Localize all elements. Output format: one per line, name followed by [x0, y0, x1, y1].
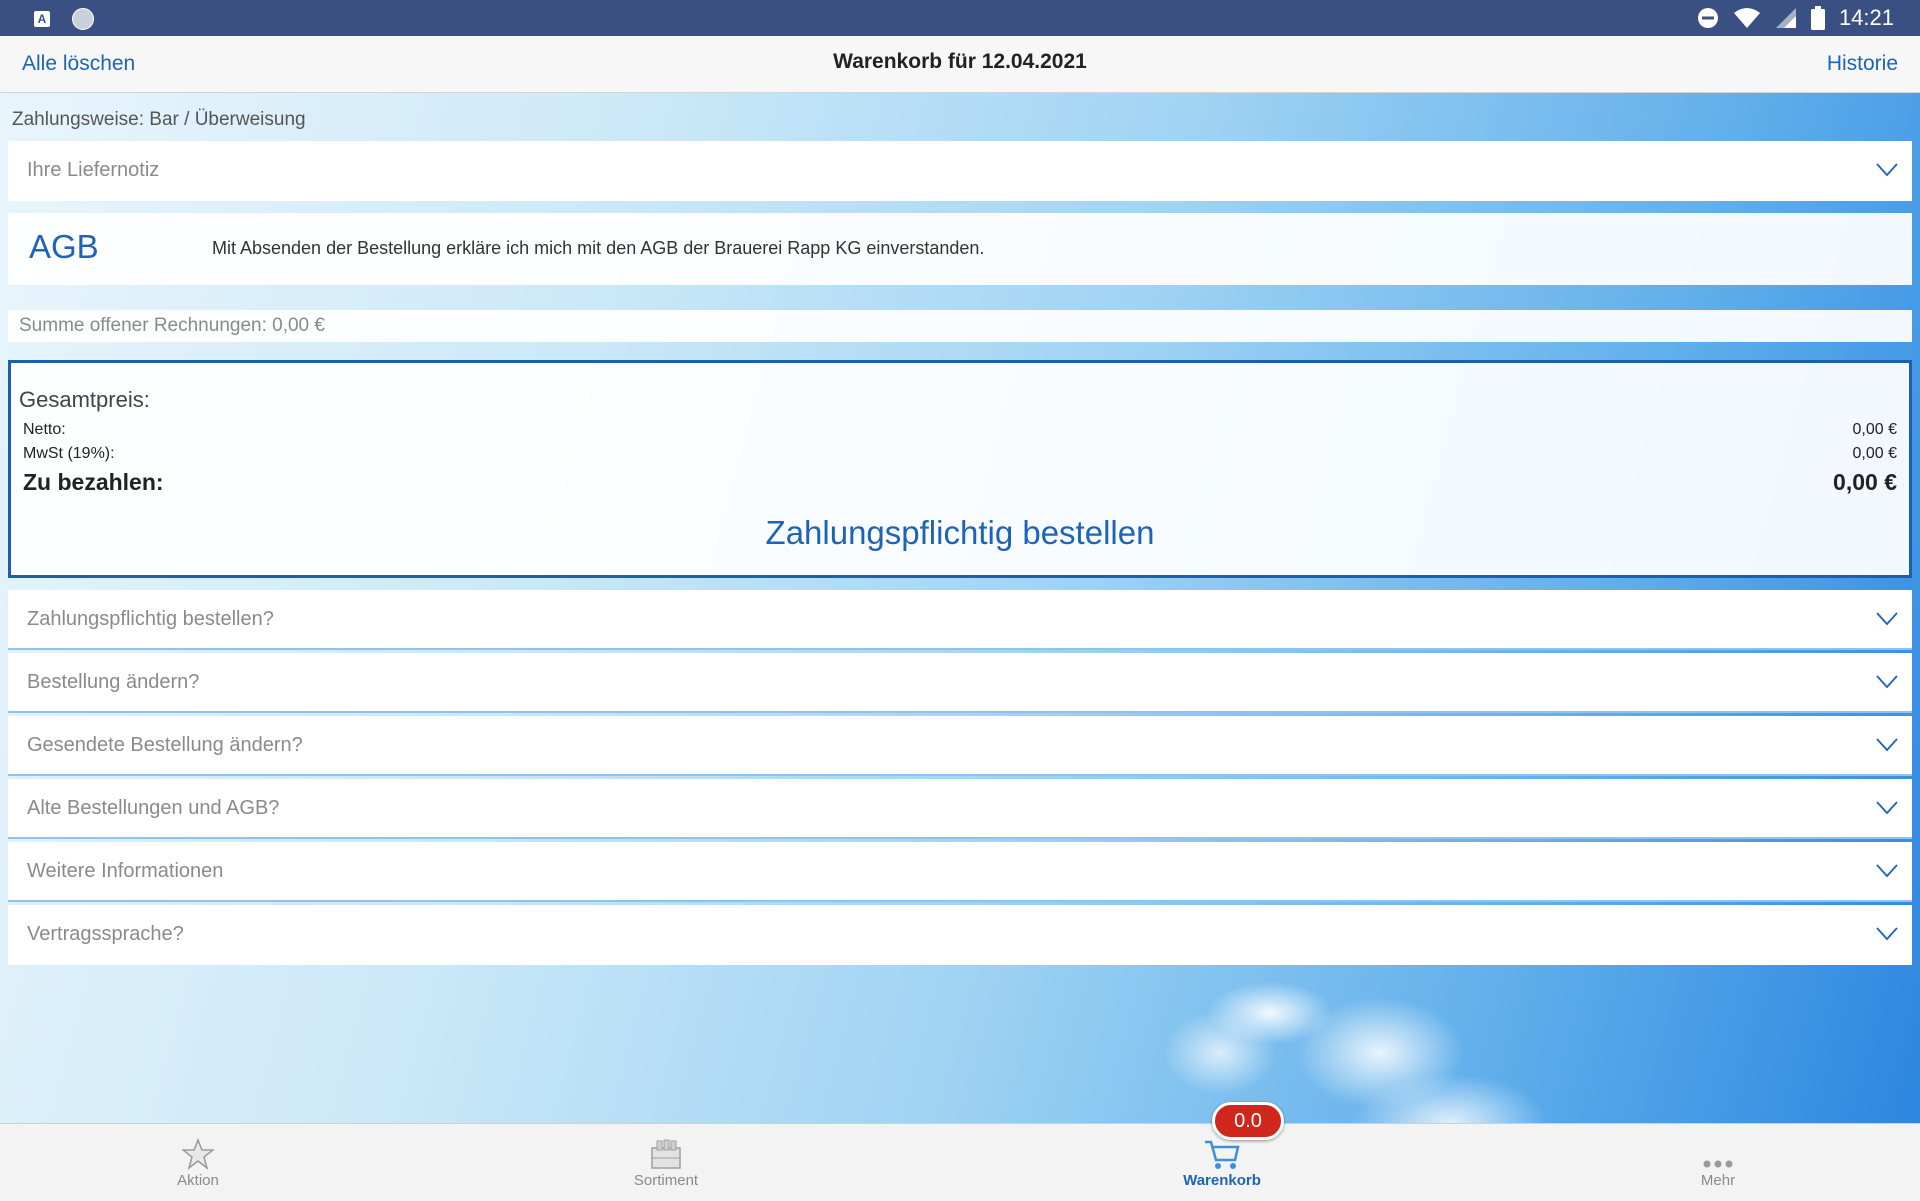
order-button[interactable]: Zahlungspflichtig bestellen	[11, 514, 1909, 552]
page-title: Warenkorb für 12.04.2021	[833, 50, 1087, 73]
tab-aktion[interactable]: Aktion	[128, 1138, 268, 1189]
dnd-icon	[1697, 8, 1718, 28]
faq-row-order[interactable]: Zahlungspflichtig bestellen?	[8, 590, 1912, 650]
faq-label: Bestellung ändern?	[27, 671, 200, 693]
payment-method-text: Zahlungsweise: Bar / Überweisung	[12, 109, 306, 130]
faq-row-more-info[interactable]: Weitere Informationen	[8, 842, 1912, 902]
clock: 14:21	[1838, 5, 1894, 30]
navigation-bar: Alle löschen Warenkorb für 12.04.2021 Hi…	[0, 36, 1920, 93]
faq-row-old-orders[interactable]: Alte Bestellungen und AGB?	[8, 779, 1912, 839]
faq-row-contract-language[interactable]: Vertragssprache?	[8, 905, 1912, 965]
faq-label: Zahlungspflichtig bestellen?	[27, 608, 274, 630]
tab-mehr[interactable]: Mehr	[1648, 1138, 1788, 1189]
delivery-note-row[interactable]: Ihre Liefernotiz	[8, 141, 1912, 201]
cart-content: Zahlungsweise: Bar / Überweisung Ihre Li…	[0, 93, 1920, 1123]
vat-label: MwSt (19%):	[23, 445, 115, 462]
chevron-down-icon	[1876, 163, 1898, 181]
more-icon	[1703, 1160, 1733, 1168]
netto-label: Netto:	[23, 421, 66, 438]
chevron-down-icon	[1876, 801, 1898, 819]
cart-badge: 0.0	[1212, 1102, 1284, 1140]
tab-label: Aktion	[177, 1172, 219, 1189]
total-price-panel: Gesamtpreis: Netto: 0,00 € MwSt (19%): 0…	[8, 360, 1912, 578]
cart-icon	[1205, 1140, 1240, 1169]
circle-icon	[72, 8, 94, 30]
chevron-down-icon	[1876, 927, 1898, 945]
amount-due-value: 0,00 €	[1833, 469, 1897, 495]
total-price-title: Gesamtpreis:	[19, 387, 150, 412]
tab-label: Sortiment	[633, 1172, 699, 1189]
battery-icon	[1810, 6, 1825, 30]
tab-label: Mehr	[1700, 1172, 1736, 1189]
faq-row-change-sent-order[interactable]: Gesendete Bestellung ändern?	[8, 716, 1912, 776]
signal-icon	[1775, 8, 1796, 28]
chevron-down-icon	[1876, 612, 1898, 630]
agb-panel: AGB Mit Absenden der Bestellung erkläre …	[8, 213, 1912, 285]
open-invoices-panel: Summe offener Rechnungen: 0,00 €	[8, 310, 1912, 342]
app-a-icon: A	[34, 11, 50, 27]
delivery-note-label: Ihre Liefernotiz	[27, 159, 160, 181]
chevron-down-icon	[1876, 738, 1898, 756]
tab-bar: Aktion Sortiment Warenkorb Mehr	[0, 1123, 1920, 1201]
tab-warenkorb[interactable]: Warenkorb	[1152, 1138, 1292, 1189]
amount-due-label: Zu bezahlen:	[23, 469, 164, 495]
history-button[interactable]: Historie	[1827, 52, 1898, 76]
tab-sortiment[interactable]: Sortiment	[596, 1138, 736, 1189]
faq-label: Weitere Informationen	[27, 860, 224, 882]
star-icon	[182, 1138, 214, 1170]
agb-title: AGB	[29, 228, 99, 265]
status-bar: A 14:21	[0, 0, 1920, 36]
agb-text: Mit Absenden der Bestellung erkläre ich …	[212, 238, 985, 258]
crate-icon	[651, 1139, 681, 1169]
faq-label: Vertragssprache?	[27, 923, 184, 945]
wifi-icon	[1733, 8, 1760, 28]
faq-label: Alte Bestellungen und AGB?	[27, 797, 280, 819]
chevron-down-icon	[1876, 864, 1898, 882]
tab-label: Warenkorb	[1183, 1172, 1261, 1189]
netto-value: 0,00 €	[1852, 421, 1897, 438]
faq-row-change-order[interactable]: Bestellung ändern?	[8, 653, 1912, 713]
vat-value: 0,00 €	[1852, 445, 1897, 462]
faq-label: Gesendete Bestellung ändern?	[27, 734, 303, 756]
chevron-down-icon	[1876, 675, 1898, 693]
open-invoices-text: Summe offener Rechnungen: 0,00 €	[19, 315, 325, 336]
